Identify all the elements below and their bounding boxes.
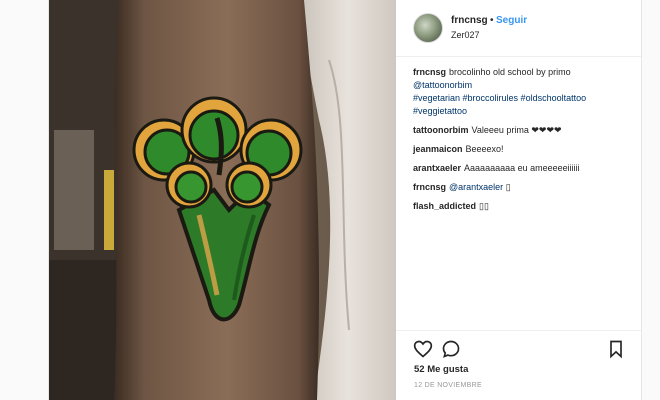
comment-item: arantxaeler Aaaaaaaaaa eu ameeeeeiiiiii (413, 162, 628, 175)
comment-text: Aaaaaaaaaa eu ameeeeeiiiiii (464, 163, 580, 173)
comment-item: flash_addicted ▯▯ (413, 200, 628, 213)
comment-username[interactable]: flash_addicted (413, 201, 476, 211)
comment-username[interactable]: frncnsg (413, 182, 446, 192)
post-username[interactable]: frncnsg (451, 15, 488, 26)
caption-mention[interactable]: @tattoonorbim (413, 80, 472, 90)
avatar[interactable] (413, 13, 443, 43)
comment-item: jeanmaicon Beeeexo! (413, 143, 628, 156)
comment-text: Beeeexo! (465, 144, 504, 154)
comment-username[interactable]: tattoonorbim (413, 125, 469, 135)
comment-mention[interactable]: @arantxaeler (449, 182, 503, 192)
comment-text: ▯ (505, 182, 511, 192)
post-header: frncnsg • Seguir Zer027 (396, 0, 641, 57)
comment-username[interactable]: arantxaeler (413, 163, 461, 173)
comment-item: tattoonorbim Valeeeu prima ❤❤❤❤ (413, 124, 628, 137)
comment-text: Valeeeu prima ❤❤❤❤ (471, 125, 562, 135)
caption-hashtags[interactable]: #vegetarian #broccolirules #oldschooltat… (413, 93, 586, 116)
comment-username[interactable]: jeanmaicon (413, 144, 463, 154)
comment-text: ▯▯ (479, 201, 489, 211)
comments-list: frncnsg brocolinho old school by primo @t… (413, 66, 628, 219)
post-actions: 52 Me gusta 12 DE NOVIEMBRE (396, 330, 641, 400)
likes-count[interactable]: 52 Me gusta (414, 364, 468, 375)
post-date: 12 DE NOVIEMBRE (414, 382, 482, 389)
post-photo[interactable] (49, 0, 396, 400)
bookmark-icon[interactable] (606, 339, 626, 359)
heart-icon[interactable] (413, 339, 433, 359)
caption: frncnsg brocolinho old school by primo @t… (413, 66, 628, 118)
follow-button[interactable]: Seguir (496, 15, 527, 26)
tattoo-photo (49, 0, 396, 400)
separator-dot: • (490, 15, 494, 26)
comment-item: frncnsg @arantxaeler ▯ (413, 181, 628, 194)
instagram-post: frncnsg • Seguir Zer027 frncnsg brocolinh… (48, 0, 642, 400)
post-location[interactable]: Zer027 (451, 30, 480, 40)
comment-icon[interactable] (441, 339, 461, 359)
caption-text: brocolinho old school by primo (449, 67, 571, 77)
caption-username[interactable]: frncnsg (413, 67, 446, 77)
post-sidebar: frncnsg • Seguir Zer027 frncnsg brocolinh… (396, 0, 641, 400)
